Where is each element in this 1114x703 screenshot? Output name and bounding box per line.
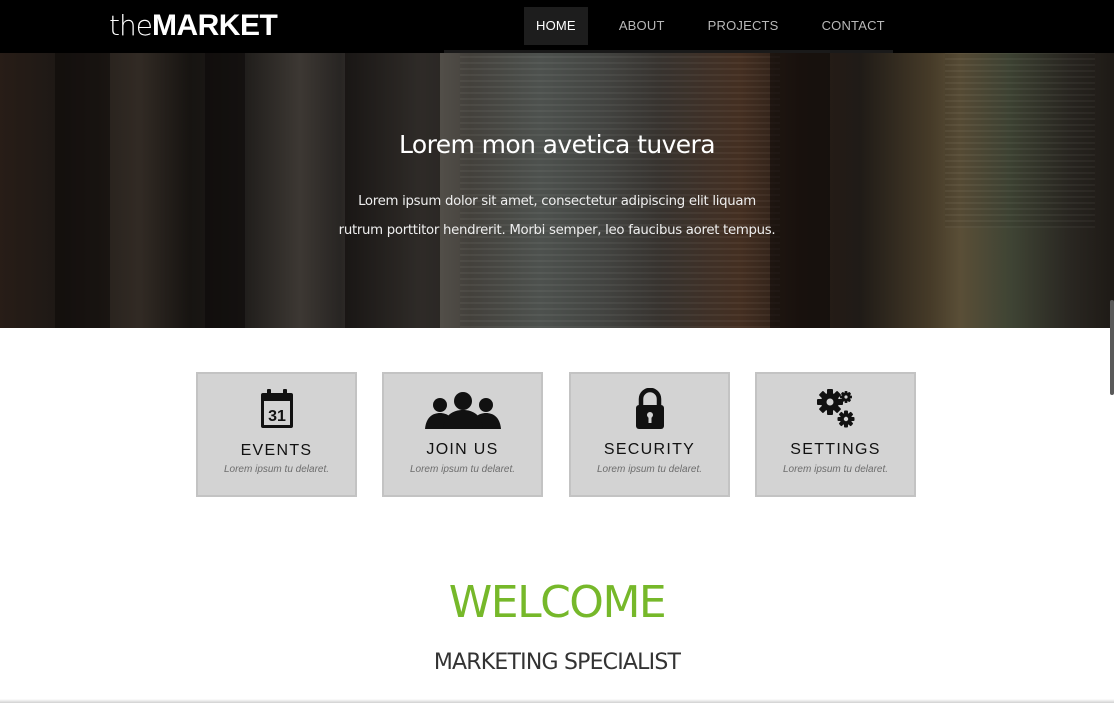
feature-subtitle: Lorem ipsum tu delaret. [223,464,330,475]
feature-subtitle: Lorem ipsum tu delaret. [782,464,889,475]
feature-card-settings[interactable]: SETTINGS Lorem ipsum tu delaret. [755,372,916,497]
gears-icon [757,388,914,430]
nav-item-contact[interactable]: CONTACT [810,7,897,45]
welcome-title: WELCOME [448,577,667,628]
navbar: theMARKET HOME ABOUT PROJECTS CONTACT [0,0,1114,53]
feature-card-security[interactable]: SECURITY Lorem ipsum tu delaret. [569,372,730,497]
nav-item-home[interactable]: HOME [524,7,588,45]
nav-underline [444,50,893,53]
users-icon [384,390,541,430]
calendar-icon: 31 [198,388,355,430]
lock-icon [571,388,728,430]
calendar-day-text: 31 [268,408,286,425]
feature-title: JOIN US [426,441,499,458]
brand-name: MARKET [151,9,278,42]
nav-item-projects[interactable]: PROJECTS [696,7,791,45]
hero-title: Lorem mon avetica tuvera [399,130,716,159]
bottom-shade [0,699,1114,703]
feature-title: SECURITY [603,441,696,458]
feature-card-join-us[interactable]: JOIN US Lorem ipsum tu delaret. [382,372,543,497]
feature-title: EVENTS [240,442,313,459]
brand-logo[interactable]: theMARKET [109,8,278,44]
scrollbar[interactable] [1110,300,1114,395]
nav-item-about[interactable]: ABOUT [607,7,677,45]
hero-banner: Lorem mon avetica tuvera Lorem ipsum dol… [0,53,1114,328]
feature-card-events[interactable]: 31 EVENTS Lorem ipsum tu delaret. [196,372,357,497]
brand-prefix: the [109,9,153,42]
hero-text: Lorem ipsum dolor sit amet, consectetur … [338,194,776,238]
feature-subtitle: Lorem ipsum tu delaret. [596,464,703,475]
welcome-subtitle: MARKETING SPECIALIST [433,650,681,675]
feature-title: SETTINGS [790,441,881,458]
feature-subtitle: Lorem ipsum tu delaret. [409,464,516,475]
main-nav: HOME ABOUT PROJECTS CONTACT [524,7,916,45]
